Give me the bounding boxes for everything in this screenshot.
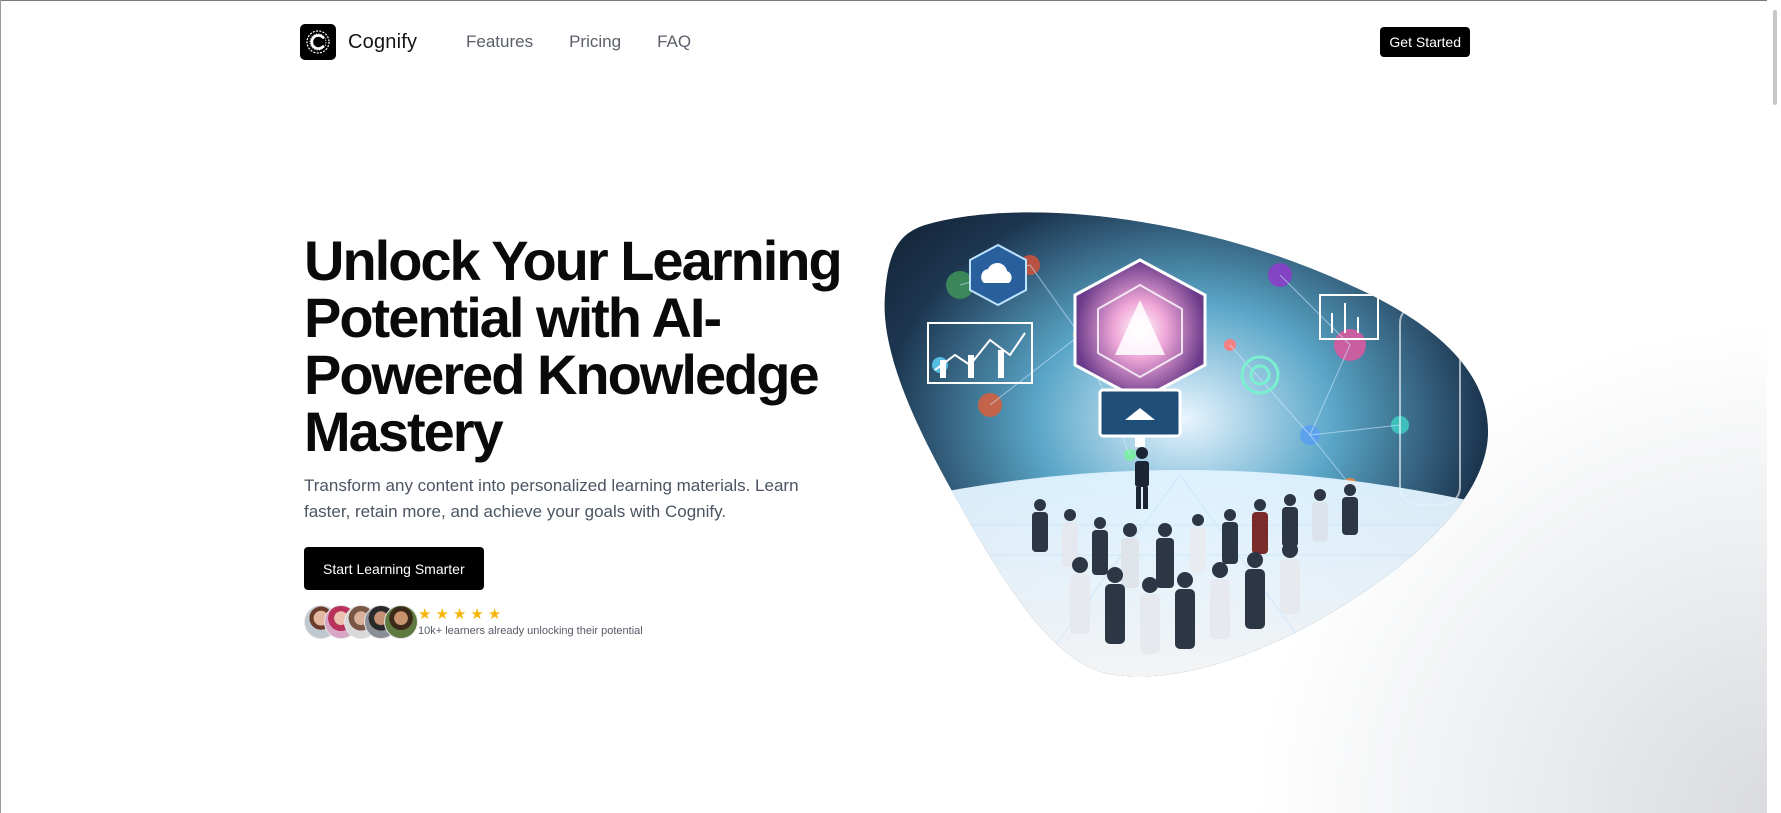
scrollbar[interactable] [1767, 0, 1781, 813]
star-icon: ★ [470, 606, 484, 623]
hero-section: Unlock Your Learning Potential with AI-P… [304, 232, 864, 639]
nav-links: Features Pricing FAQ [466, 32, 691, 52]
nav-link-pricing[interactable]: Pricing [569, 32, 621, 52]
scrollbar-thumb[interactable] [1773, 10, 1777, 105]
start-learning-button[interactable]: Start Learning Smarter [304, 547, 484, 590]
window-top-border [0, 0, 1781, 1]
avatar [384, 605, 418, 639]
social-proof: ★ ★ ★ ★ ★ 10k+ learners already unlockin… [304, 605, 864, 639]
nav-link-features[interactable]: Features [466, 32, 533, 52]
star-icon: ★ [487, 606, 502, 623]
hero-subtitle: Transform any content into personalized … [304, 476, 799, 521]
brand-link[interactable]: Cognify [300, 24, 417, 60]
star-icon: ★ [452, 606, 467, 623]
cognify-logo-icon [300, 24, 336, 60]
social-proof-text: 10k+ learners already unlocking their po… [418, 625, 643, 637]
avatar-stack [304, 605, 418, 639]
rating-block: ★ ★ ★ ★ ★ 10k+ learners already unlockin… [418, 607, 643, 637]
navbar: Cognify Features Pricing FAQ Get Started [300, 24, 1470, 62]
window-left-border [0, 0, 1, 813]
rating-stars: ★ ★ ★ ★ ★ [418, 607, 643, 622]
hero-illustration [884, 212, 1489, 677]
page-viewport: Cognify Features Pricing FAQ Get Started… [0, 0, 1781, 813]
nav-link-faq[interactable]: FAQ [657, 32, 691, 52]
star-icon: ★ [435, 606, 449, 623]
hero-title: Unlock Your Learning Potential with AI-P… [304, 229, 843, 463]
brand-name: Cognify [348, 30, 418, 53]
star-icon: ★ [418, 606, 432, 623]
get-started-button[interactable]: Get Started [1380, 27, 1470, 57]
